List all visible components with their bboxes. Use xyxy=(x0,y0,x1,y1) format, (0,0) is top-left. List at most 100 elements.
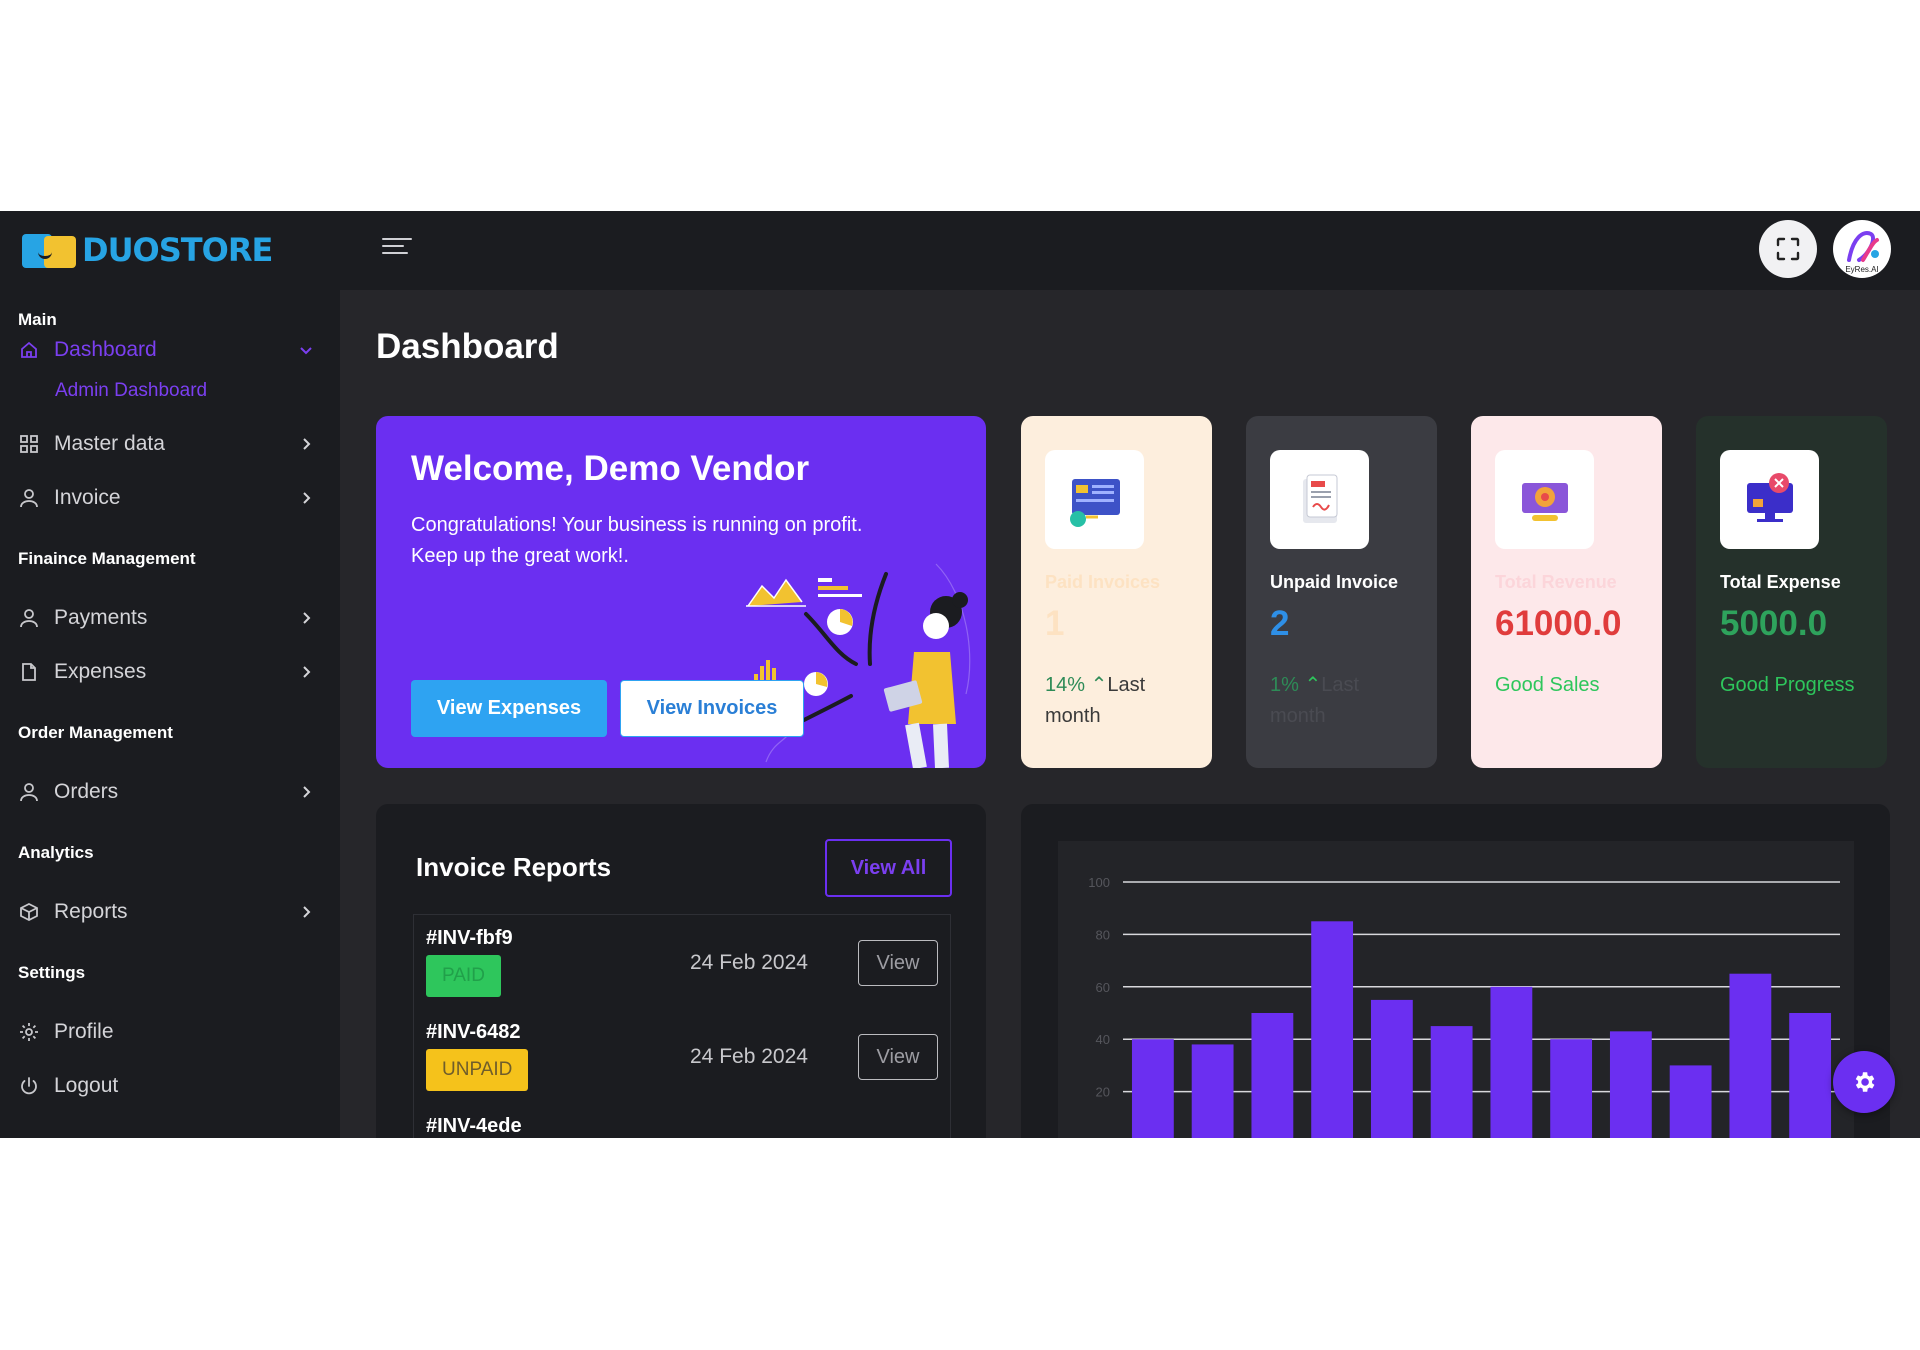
stat-note: 1% ⌃Last month xyxy=(1270,670,1420,732)
page-title: Dashboard xyxy=(376,327,559,366)
chevron-right-icon xyxy=(298,490,314,506)
sidebar-item-label: Reports xyxy=(54,900,128,923)
chart-area: 100 80 60 40 20 xyxy=(1058,841,1854,1138)
welcome-card: Welcome, Demo Vendor Congratulations! Yo… xyxy=(376,416,986,768)
settings-icon xyxy=(18,1021,40,1043)
top-bar: DUOSTORE EyRes.AI xyxy=(0,211,1920,290)
sidebar-item-label: Orders xyxy=(54,780,119,803)
revenue-icon xyxy=(1495,450,1594,549)
invoice-date: 24 Feb 2024 xyxy=(690,951,808,974)
sidebar-item-payments[interactable]: Payments xyxy=(18,600,314,636)
sidebar-item-label: Profile xyxy=(54,1020,114,1043)
chart-bar[interactable] xyxy=(1131,1039,1174,1138)
welcome-title: Welcome, Demo Vendor xyxy=(411,449,810,488)
avatar[interactable]: EyRes.AI xyxy=(1833,220,1891,278)
user-icon xyxy=(18,607,40,629)
file-icon xyxy=(18,661,40,683)
chevron-down-icon xyxy=(298,342,314,358)
fullscreen-icon xyxy=(1776,237,1800,261)
chart-bar[interactable] xyxy=(1251,1013,1294,1138)
stat-note-percent: 14% xyxy=(1045,674,1086,696)
settings-fab[interactable] xyxy=(1833,1051,1895,1113)
sidebar-section-settings: Settings xyxy=(18,963,86,982)
stat-note-percent: 1% xyxy=(1270,674,1299,696)
stat-note: Good Progress xyxy=(1720,674,1855,696)
avatar-label: EyRes.AI xyxy=(1845,265,1878,274)
y-tick-label: 80 xyxy=(1096,927,1110,942)
chart-bar[interactable] xyxy=(1789,1013,1832,1138)
grid-icon xyxy=(18,433,40,455)
home-icon xyxy=(18,339,40,361)
user-icon xyxy=(18,781,40,803)
brand-name: DUOSTORE xyxy=(82,231,273,269)
chevron-right-icon xyxy=(298,610,314,626)
chart-bar[interactable] xyxy=(1370,999,1413,1138)
y-tick-label: 40 xyxy=(1096,1032,1110,1047)
chevrons-up-icon: ⌃ xyxy=(1090,674,1108,696)
view-all-button[interactable]: View All xyxy=(825,839,952,897)
brand-logo[interactable]: DUOSTORE xyxy=(20,227,273,273)
chart-bar[interactable] xyxy=(1430,1026,1473,1138)
sidebar-item-label: Payments xyxy=(54,606,148,629)
stat-note: Good Sales xyxy=(1495,674,1600,696)
chart-card: 100 80 60 40 20 xyxy=(1021,804,1890,1138)
sidebar-item-label: Invoice xyxy=(54,486,121,509)
stat-note: 14% ⌃Last month xyxy=(1045,670,1195,732)
power-icon xyxy=(18,1075,40,1097)
monitor-expense-icon xyxy=(1720,450,1819,549)
chart-bar[interactable] xyxy=(1729,973,1772,1138)
status-badge: PAID xyxy=(426,955,501,997)
chart-bar[interactable] xyxy=(1550,1039,1593,1138)
chart-bar[interactable] xyxy=(1490,986,1533,1138)
sidebar-item-master-data[interactable]: Master data xyxy=(18,426,314,462)
view-invoices-button[interactable]: View Invoices xyxy=(620,680,804,737)
view-invoice-button[interactable]: View xyxy=(858,1034,938,1080)
chart-bar[interactable] xyxy=(1191,1044,1234,1138)
invoice-document-icon xyxy=(1045,450,1144,549)
y-tick-label: 20 xyxy=(1096,1085,1110,1100)
sidebar-item-dashboard[interactable]: Dashboard xyxy=(18,332,314,368)
view-expenses-button[interactable]: View Expenses xyxy=(411,680,607,737)
stat-card-total-expense[interactable]: Total Expense 5000.0 Good Progress xyxy=(1696,416,1887,768)
stat-title: Total Expense xyxy=(1720,572,1841,592)
sidebar-item-orders[interactable]: Orders xyxy=(18,774,314,810)
y-tick-label: 60 xyxy=(1096,980,1110,995)
stat-card-total-revenue[interactable]: Total Revenue 61000.0 Good Sales xyxy=(1471,416,1662,768)
invoice-reports-title: Invoice Reports xyxy=(416,852,612,882)
sidebar-item-label: Dashboard xyxy=(54,338,157,361)
sidebar-item-expenses[interactable]: Expenses xyxy=(18,654,314,690)
chart-bar[interactable] xyxy=(1669,1065,1712,1138)
sidebar-item-invoice[interactable]: Invoice xyxy=(18,480,314,516)
box-icon xyxy=(18,901,40,923)
chevron-right-icon xyxy=(298,436,314,452)
invoice-id: #INV-6482 xyxy=(426,1021,521,1043)
menu-toggle-icon[interactable] xyxy=(382,233,412,263)
chart-bar[interactable] xyxy=(1311,921,1354,1138)
stat-card-paid-invoices[interactable]: Paid Invoices 1 14% ⌃Last month xyxy=(1021,416,1212,768)
sidebar-item-profile[interactable]: Profile xyxy=(18,1014,314,1050)
stat-title: Unpaid Invoice xyxy=(1270,572,1399,592)
sidebar-item-label: Master data xyxy=(54,432,165,455)
invoice-id: #INV-fbf9 xyxy=(426,927,513,949)
invoice-table: #INV-fbf9 PAID 24 Feb 2024 View #INV-648… xyxy=(413,914,951,1138)
sidebar-item-logout[interactable]: Logout xyxy=(18,1068,314,1104)
user-icon xyxy=(18,487,40,509)
status-badge: UNPAID xyxy=(426,1049,529,1091)
stat-title: Total Revenue xyxy=(1495,572,1617,592)
fullscreen-button[interactable] xyxy=(1759,220,1817,278)
welcome-line-2: Keep up the great work!. xyxy=(411,545,629,567)
receipt-icon xyxy=(1270,450,1369,549)
gear-icon xyxy=(1855,1072,1875,1092)
sidebar-subitem-admin-dashboard[interactable]: Admin Dashboard xyxy=(55,380,207,402)
invoice-id: #INV-4ede xyxy=(426,1115,522,1137)
stat-card-unpaid-invoice[interactable]: Unpaid Invoice 2 1% ⌃Last month xyxy=(1246,416,1437,768)
logo-mark-icon xyxy=(20,230,78,270)
view-invoice-button[interactable]: View xyxy=(858,940,938,986)
chart-bar[interactable] xyxy=(1609,1031,1652,1138)
invoice-reports-card: Invoice Reports View All #INV-fbf9 PAID … xyxy=(376,804,986,1138)
invoice-date: 24 Feb 2024 xyxy=(690,1045,808,1068)
y-tick-label: 100 xyxy=(1088,875,1110,890)
sidebar-item-label: Logout xyxy=(54,1074,119,1097)
sidebar-item-reports[interactable]: Reports xyxy=(18,894,314,930)
sidebar-section-main: Main xyxy=(18,310,57,329)
